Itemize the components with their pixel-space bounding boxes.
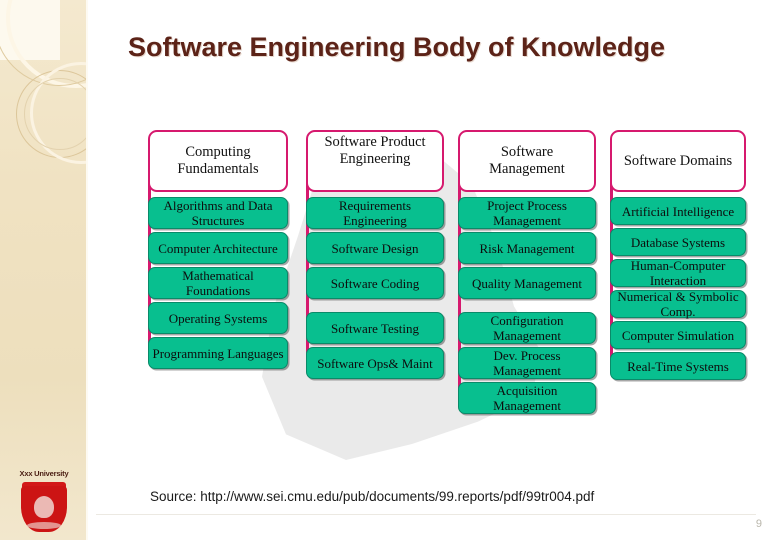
knowledge-area-item[interactable]: Artificial Intelligence xyxy=(610,197,746,225)
knowledge-area-item[interactable]: Software Testing xyxy=(306,312,444,344)
knowledge-area-item[interactable]: Acquisition Management xyxy=(458,382,596,414)
sweboK-diagram: Computing Fundamentals Algorithms and Dat… xyxy=(146,130,746,470)
brand-name: Xxx University xyxy=(19,469,69,478)
knowledge-area-item[interactable]: Human-Computer Interaction xyxy=(610,258,746,288)
knowledge-area-item[interactable]: Database Systems xyxy=(610,228,746,256)
diagram-column: Software Product Engineering Requirements… xyxy=(306,130,444,382)
page-title: Software Engineering Body of Knowledge xyxy=(128,32,666,62)
shield-crest-icon xyxy=(21,480,67,532)
diagram-column: Software Domains Artificial Intelligence D… xyxy=(610,130,746,383)
sidebar-edge xyxy=(86,0,88,540)
decorative-circle-icon xyxy=(24,78,88,150)
crest-emblem-mark xyxy=(34,496,54,518)
footer-divider xyxy=(96,514,756,515)
column-items: Artificial Intelligence Database Systems H… xyxy=(610,197,746,380)
column-items: Algorithms and Data Structures Computer A… xyxy=(148,197,288,369)
knowledge-area-item[interactable]: Software Design xyxy=(306,232,444,264)
column-header[interactable]: Software Management xyxy=(458,130,596,192)
knowledge-area-item[interactable]: Configuration Management xyxy=(458,312,596,344)
knowledge-area-item[interactable]: Computer Simulation xyxy=(610,321,746,349)
knowledge-area-item[interactable]: Project Process Management xyxy=(458,197,596,229)
column-items: Requirements Engineering Software Design S… xyxy=(306,197,444,379)
sidebar-decoration: Xxx University xyxy=(0,0,88,540)
knowledge-area-item[interactable]: Algorithms and Data Structures xyxy=(148,197,288,229)
column-items: Project Process Management Risk Managemen… xyxy=(458,197,596,414)
knowledge-area-item[interactable]: Numerical & Symbolic Comp. xyxy=(610,289,746,319)
knowledge-area-item[interactable]: Mathematical Foundations xyxy=(148,267,288,299)
knowledge-area-item[interactable]: Software Coding xyxy=(306,267,444,299)
knowledge-area-item[interactable]: Software Ops& Maint xyxy=(306,347,444,379)
knowledge-area-item[interactable]: Programming Languages xyxy=(148,337,288,369)
knowledge-area-item[interactable]: Operating Systems xyxy=(148,302,288,334)
diagram-column: Computing Fundamentals Algorithms and Dat… xyxy=(148,130,288,372)
crest-motto-band xyxy=(27,522,61,529)
knowledge-area-item[interactable]: Requirements Engineering xyxy=(306,197,444,229)
source-citation: Source: http://www.sei.cmu.edu/pub/docum… xyxy=(150,489,595,504)
column-header[interactable]: Computing Fundamentals xyxy=(148,130,288,192)
page-number: 9 xyxy=(755,518,762,530)
column-header[interactable]: Software Domains xyxy=(610,130,746,192)
brand-logo: Xxx University xyxy=(6,469,82,532)
diagram-column: Software Management Project Process Manag… xyxy=(458,130,596,417)
knowledge-area-item[interactable]: Real-Time Systems xyxy=(610,352,746,380)
knowledge-area-item[interactable]: Quality Management xyxy=(458,267,596,299)
knowledge-area-item[interactable]: Dev. Process Management xyxy=(458,347,596,379)
column-header[interactable]: Software Product Engineering xyxy=(306,130,444,192)
knowledge-area-item[interactable]: Risk Management xyxy=(458,232,596,264)
knowledge-area-item[interactable]: Computer Architecture xyxy=(148,232,288,264)
slide: Xxx University Software Engineering Body… xyxy=(0,0,780,540)
